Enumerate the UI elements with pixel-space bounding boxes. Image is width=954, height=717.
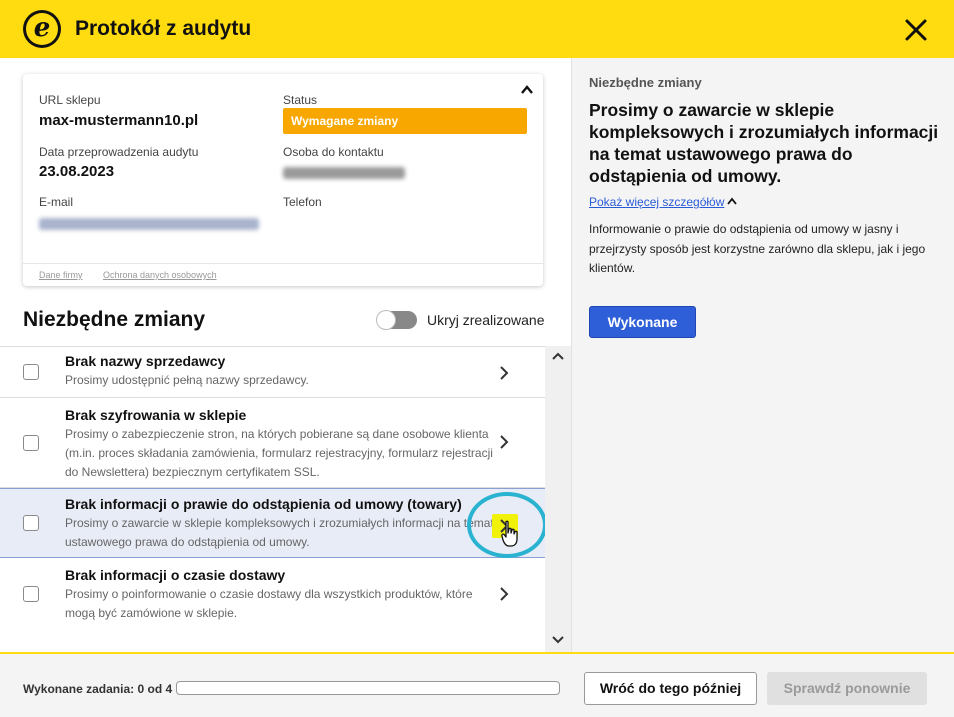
detail-panel: Niezbędne zmiany Prosimy o zawarcie w sk… — [571, 58, 954, 652]
shop-info-card: URL sklepu max-mustermann10.pl Status Wy… — [23, 74, 543, 286]
email-label: E-mail — [39, 195, 74, 209]
progress-label: Wykonane zadania: 0 od 4 — [23, 682, 173, 696]
item-checkbox[interactable] — [23, 364, 39, 380]
show-more-link[interactable]: Pokaż więcej szczegółów — [589, 195, 724, 209]
item-checkbox[interactable] — [23, 435, 39, 451]
header-bar: e Protokół z audytu — [0, 0, 954, 58]
scroll-up-icon[interactable] — [551, 351, 565, 361]
detail-heading: Prosimy o zawarcie w sklepie kompleksowy… — [589, 100, 939, 186]
contact-label: Osoba do kontaktu — [283, 145, 384, 159]
list-item[interactable]: Brak nazwy sprzedawcy Prosimy udostępnić… — [0, 347, 545, 398]
hide-completed-toggle[interactable] — [376, 310, 417, 330]
close-icon[interactable] — [903, 17, 929, 43]
changes-list: Brak nazwy sprzedawcy Prosimy udostępnić… — [0, 346, 545, 652]
email-value-redacted — [39, 218, 259, 230]
scroll-down-icon[interactable] — [551, 635, 565, 645]
date-value: 23.08.2023 — [39, 163, 115, 180]
privacy-link[interactable]: Ochrona danych osobowych — [103, 270, 217, 280]
contact-value-redacted — [283, 167, 405, 179]
remind-later-button[interactable]: Wróć do tego później — [584, 672, 757, 705]
chevron-up-icon[interactable] — [519, 82, 535, 98]
status-badge: Wymagane zmiany — [283, 108, 527, 134]
item-checkbox[interactable] — [23, 515, 39, 531]
chevron-right-icon[interactable] — [497, 585, 511, 603]
card-footer: Dane firmy Ochrona danych osobowych — [23, 263, 543, 286]
hand-cursor-icon — [501, 520, 518, 547]
chevron-right-icon[interactable] — [497, 433, 511, 451]
detail-label: Niezbędne zmiany — [589, 75, 702, 90]
done-button[interactable]: Wykonane — [589, 306, 696, 338]
list-item[interactable]: Brak szyfrowania w sklepie Prosimy o zab… — [0, 398, 545, 488]
list-scrollbar[interactable] — [545, 346, 571, 652]
logo-letter: e — [26, 13, 58, 45]
progress-bar — [176, 681, 560, 695]
phone-label: Telefon — [283, 195, 322, 209]
item-description: Prosimy udostępnić pełną nazwy sprzedawc… — [65, 373, 309, 387]
logo: e — [23, 10, 61, 48]
item-title: Brak informacji o czasie dostawy — [65, 567, 286, 583]
item-title: Brak nazwy sprzedawcy — [65, 353, 226, 369]
hide-completed-label: Ukryj zrealizowane — [427, 312, 545, 328]
detail-text: Informowanie o prawie do odstąpienia od … — [589, 222, 926, 275]
footer-bar: Wykonane zadania: 0 od 4 Wróć do tego pó… — [0, 652, 954, 717]
company-data-link[interactable]: Dane firmy — [39, 270, 83, 280]
list-item[interactable]: Brak informacji o czasie dostawy Prosimy… — [0, 558, 545, 635]
url-label: URL sklepu — [39, 93, 101, 107]
date-label: Data przeprowadzenia audytu — [39, 145, 199, 159]
list-item-selected[interactable]: Brak informacji o prawie do odstąpienia … — [0, 488, 545, 558]
status-label: Status — [283, 93, 318, 107]
item-description: Prosimy o poinformowanie o czasie dostaw… — [65, 587, 473, 620]
toggle-knob — [376, 310, 396, 330]
item-title: Brak szyfrowania w sklepie — [65, 407, 247, 423]
item-title: Brak informacji o prawie do odstąpienia … — [65, 496, 462, 512]
item-checkbox[interactable] — [23, 586, 39, 602]
url-value: max-mustermann10.pl — [39, 112, 199, 129]
item-description: Prosimy o zabezpieczenie stron, na który… — [65, 427, 493, 479]
chevron-up-icon[interactable] — [727, 197, 737, 205]
chevron-right-icon[interactable] — [497, 364, 511, 382]
item-description: Prosimy o zawarcie w sklepie kompleksowy… — [65, 516, 494, 549]
page-title: Protokół z audytu — [75, 17, 252, 40]
left-panel: URL sklepu max-mustermann10.pl Status Wy… — [0, 58, 571, 652]
section-title: Niezbędne zmiany — [23, 308, 206, 331]
recheck-button: Sprawdź ponownie — [767, 672, 927, 705]
